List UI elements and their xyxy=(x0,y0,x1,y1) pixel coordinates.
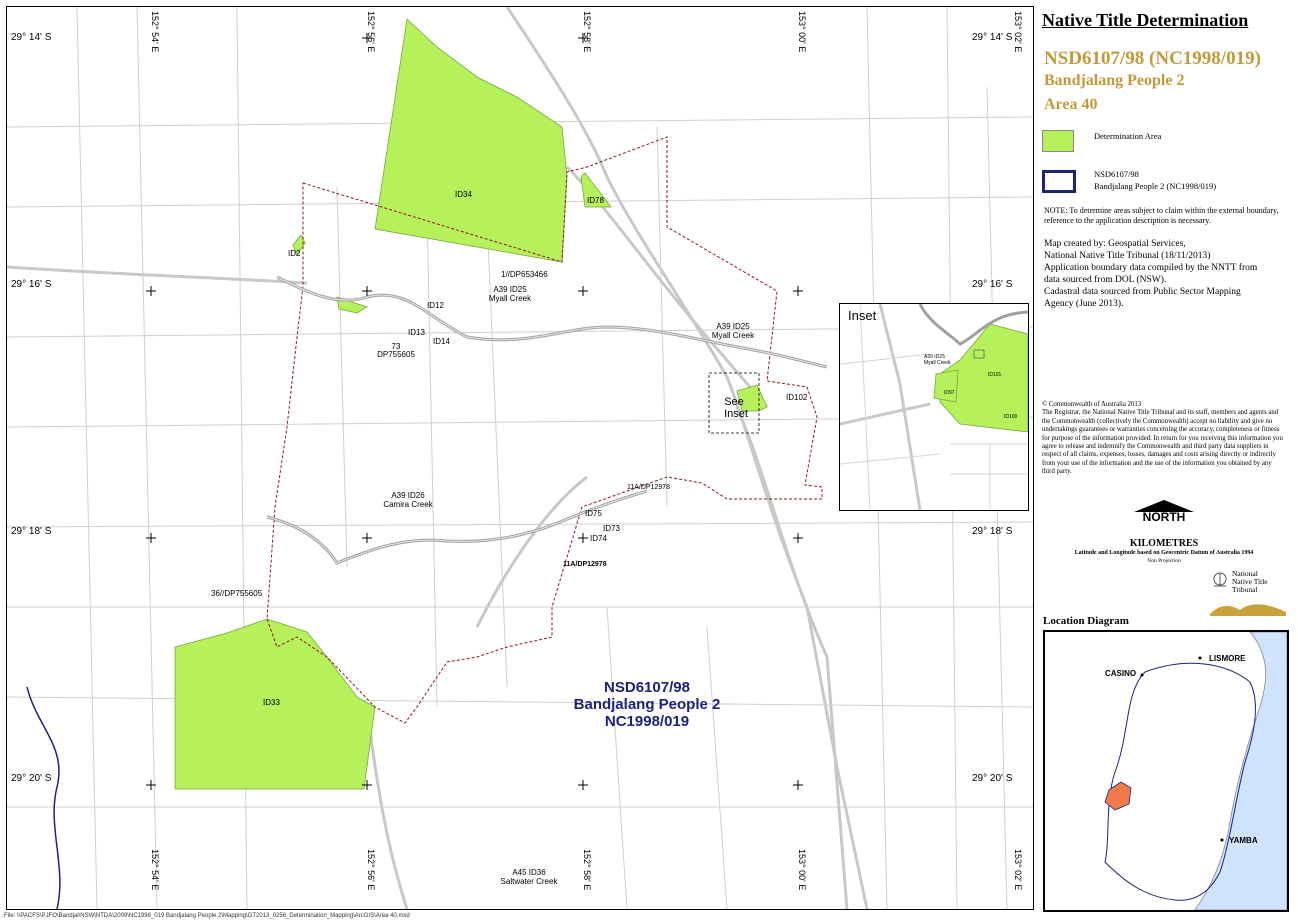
road-rail xyxy=(735,406,849,909)
map-label-lot: 1//DP653466 xyxy=(501,270,548,279)
inset-label-id100: ID100 xyxy=(1004,414,1018,420)
map-label-id74: ID74 xyxy=(590,534,607,543)
lon-label: 153° 02' E xyxy=(1013,11,1023,53)
map-label-id14: ID14 xyxy=(433,337,450,346)
lat-label: 29° 16' S xyxy=(11,279,52,290)
case-number: NSD6107/98 (NC1998/019) xyxy=(1044,48,1261,69)
map-label-creek: A39 ID25 xyxy=(716,322,750,331)
note-text: NOTE: To determine areas subject to clai… xyxy=(1044,206,1279,225)
credit-line: Map created by: Geospatial Services, xyxy=(1044,239,1186,249)
claim-tribunal-number: NC1998/019 xyxy=(604,713,690,730)
credit-line: Agency (June 2013). xyxy=(1044,299,1124,309)
credits: Map created by: Geospatial Services, Nat… xyxy=(1044,238,1284,310)
claim-group: Bandjalang People 2 xyxy=(573,696,721,713)
tribunal-name: National Native Title Tribunal xyxy=(1232,570,1268,594)
inset-label-id97: ID97 xyxy=(944,390,955,396)
main-map[interactable]: 29° 14' S 29° 14' S 29° 16' S 29° 16' S … xyxy=(6,6,1034,910)
map-label-id78: ID78 xyxy=(587,196,604,205)
lat-label: 29° 14' S xyxy=(11,32,52,43)
map-label-id12: ID12 xyxy=(427,301,444,310)
map-label-creek-name: Camira Creek xyxy=(383,500,433,509)
map-label-creek: A39 ID25 xyxy=(493,285,527,294)
tribunal-line: Tribunal xyxy=(1232,585,1258,594)
lon-label: 153° 02' E xyxy=(1013,849,1023,891)
credit-line: National Native Title Tribunal (18/11/20… xyxy=(1044,251,1211,261)
legend-label-boundary-group: Bandjalang People 2 (NC1998/019) xyxy=(1094,181,1217,191)
claim-number: NSD6107/98 xyxy=(604,679,690,696)
map-label-lot: 11A/DP12978 xyxy=(627,484,671,491)
place-label-casino: CASINO xyxy=(1105,669,1137,678)
lat-label: 29° 14' S xyxy=(972,32,1013,43)
creeks xyxy=(26,275,828,909)
inset-area-id97 xyxy=(933,369,959,403)
inset-map[interactable]: Inset A39 ID25 Myall Creek ID101 ID97 ID… xyxy=(839,303,1029,511)
map-label-creek-name: Myall Creek xyxy=(488,294,532,303)
scale-label: KILOMETRES xyxy=(1129,538,1199,549)
lon-label: 152° 58' E xyxy=(582,849,592,891)
legend-swatch-determination xyxy=(1042,130,1074,152)
tribunal-crest-icon xyxy=(1213,572,1227,587)
panel-title: Native Title Determination xyxy=(1042,10,1249,30)
copyright-title: © Commonwealth of Australia 2013 xyxy=(1042,401,1142,408)
legend-label-determination: Determination Area xyxy=(1094,131,1162,141)
lon-label: 152° 58' E xyxy=(582,11,592,53)
lat-label: 29° 20' S xyxy=(972,773,1013,784)
group-name: Bandjalang People 2 xyxy=(1044,72,1185,89)
lat-label: 29° 18' S xyxy=(11,526,52,537)
file-path: File: \\PACFS\PJFO\Bandjal\NSW\NTDA\2009… xyxy=(4,913,410,919)
north-label: NORTH xyxy=(1142,510,1186,524)
tribunal-logo-icon xyxy=(1210,604,1286,616)
see-inset-label: See xyxy=(724,396,744,408)
copyright: © Commonwealth of Australia 2013 The Reg… xyxy=(1042,401,1286,477)
legend-label-boundary: NSD6107/98 xyxy=(1094,169,1139,179)
map-label-id34: ID34 xyxy=(455,190,472,199)
lon-label: 152° 56' E xyxy=(366,11,376,53)
place-label-yamba: YAMBA xyxy=(1229,836,1258,845)
map-label-creek: A39 ID26 xyxy=(391,491,425,500)
map-label-creek: A45 ID36 xyxy=(512,868,546,877)
copyright-body: The Registrar, the National Native Title… xyxy=(1042,409,1283,476)
inset-canvas xyxy=(840,304,1028,510)
road-west xyxy=(7,265,308,285)
datum-text: Latitude and Longitude based on Geocentr… xyxy=(1074,550,1254,556)
location-canvas xyxy=(1104,632,1287,910)
map-label-creek-name: Saltwater Creek xyxy=(500,877,558,886)
lat-label: 29° 20' S xyxy=(11,773,52,784)
lat-label: 29° 18' S xyxy=(972,526,1013,537)
map-label-creek-name: Myall Creek xyxy=(711,331,755,340)
map-label-lot: 11A/DP12978 xyxy=(563,561,607,568)
projection-text: Non Projection xyxy=(1147,558,1181,564)
road-south xyxy=(475,475,588,628)
credit-line: data sourced from DOL (NSW). xyxy=(1044,275,1167,285)
determination-areas xyxy=(174,18,768,790)
lon-label: 152° 54' E xyxy=(150,849,160,891)
lon-label: 153° 00' E xyxy=(797,11,807,53)
place-label-lismore: LISMORE xyxy=(1209,654,1246,663)
credit-line: Application boundary data compiled by th… xyxy=(1044,263,1258,273)
claim-title: NSD6107/98 Bandjalang People 2 NC1998/01… xyxy=(574,679,721,730)
lon-label: 152° 56' E xyxy=(366,849,376,891)
location-diagram-title: Location Diagram xyxy=(1043,615,1129,627)
credit-line: Cadastral data sourced from Public Secto… xyxy=(1044,287,1241,297)
map-label-id13: ID13 xyxy=(408,328,425,337)
lon-label: 152° 54' E xyxy=(150,11,160,53)
legend-swatch-boundary xyxy=(1042,170,1076,193)
inset-title: Inset xyxy=(848,308,877,323)
area-name: Area 40 xyxy=(1044,96,1098,113)
inset-label-creek-name: Myall Creek xyxy=(924,360,951,366)
map-label-id2: ID2 xyxy=(288,249,301,258)
lon-label: 153° 00' E xyxy=(797,849,807,891)
map-label-id102: ID102 xyxy=(786,393,808,402)
legend-panel: Native Title Determination NSD6107/98 (N… xyxy=(1036,6,1292,912)
location-diagram: CASINO LISMORE YAMBA xyxy=(1043,630,1289,912)
map-label-id75: ID75 xyxy=(585,509,602,518)
lat-label: 29° 16' S xyxy=(972,279,1013,290)
map-label-lot: DP755605 xyxy=(377,350,415,359)
inset-label-id101: ID101 xyxy=(988,372,1002,378)
map-label-id33: ID33 xyxy=(263,698,280,707)
map-label-lot: 36//DP755605 xyxy=(211,589,263,598)
see-inset-label: Inset xyxy=(724,408,748,420)
map-label-id73: ID73 xyxy=(603,524,620,533)
